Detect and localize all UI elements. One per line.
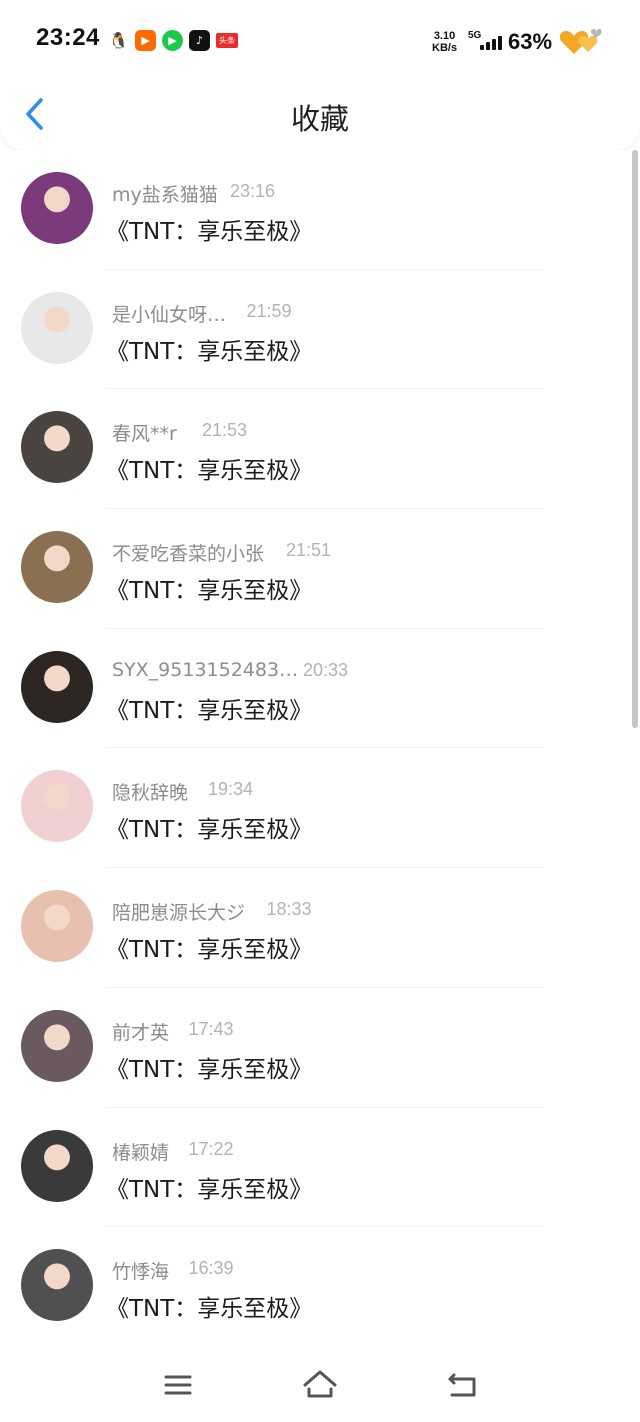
avatar[interactable] (21, 770, 93, 843)
item-time: 21:53 (202, 420, 248, 441)
avatar[interactable] (21, 1009, 93, 1082)
user-name[interactable]: 竹悸海 (112, 1257, 169, 1284)
item-time: 19:34 (208, 779, 254, 800)
menu-icon[interactable] (158, 1365, 198, 1405)
item-content[interactable]: 《TNT：享乐至极》 (106, 451, 312, 485)
notification-icons: 🐧 ▶ ▶ ♪ 头条 (108, 30, 238, 51)
item-time: 17:43 (188, 1018, 234, 1039)
user-name[interactable]: 前才英 (112, 1018, 169, 1045)
iqiyi-icon: ▶ (162, 30, 183, 51)
item-content[interactable]: 《TNT：享乐至极》 (106, 332, 312, 366)
avatar[interactable] (21, 1129, 93, 1202)
net-speed-value: 3.10 (433, 30, 456, 42)
item-time: 20:33 (303, 659, 349, 680)
battery-heart-icon (559, 29, 602, 54)
kuaishou-icon: ▶ (135, 30, 156, 51)
item-content[interactable]: 《TNT：享乐至极》 (106, 810, 312, 844)
avatar[interactable] (21, 890, 93, 963)
item-content[interactable]: 《TNT：享乐至极》 (106, 571, 312, 605)
list-item[interactable]: 春风**r 21:53 《TNT：享乐至极》 (0, 389, 640, 510)
back-icon[interactable] (442, 1365, 482, 1405)
list-item[interactable]: 是小仙女呀… 21:59 《TNT：享乐至极》 (0, 270, 640, 390)
user-name[interactable]: 隐秋辞晚 (112, 778, 188, 805)
bottom-nav-bar (0, 1345, 640, 1422)
user-name[interactable]: 椿颖婧 (112, 1138, 169, 1165)
header-bar: 收藏 (0, 70, 640, 150)
item-time: 18:33 (266, 899, 312, 920)
item-content[interactable]: 《TNT：享乐至极》 (106, 930, 312, 964)
home-icon[interactable] (300, 1365, 340, 1405)
scrollbar[interactable] (632, 150, 638, 728)
item-time: 23:16 (230, 181, 276, 201)
avatar[interactable] (21, 291, 93, 364)
user-name[interactable]: 不爱吃香菜的小张 (112, 539, 264, 566)
net-speed: 3.10 KB/s (432, 30, 457, 54)
qq-icon: 🐧 (108, 30, 129, 51)
item-time: 21:59 (246, 300, 292, 321)
avatar[interactable] (21, 1249, 93, 1322)
status-time: 23:24 (36, 24, 100, 51)
avatar[interactable] (21, 650, 93, 723)
list-item[interactable]: 隐秋辞晚 19:34 《TNT：享乐至极》 (0, 748, 640, 869)
avatar[interactable] (21, 172, 93, 244)
user-name[interactable]: 陪肥崽源长大ジ (112, 898, 245, 925)
avatar[interactable] (21, 411, 93, 484)
item-content[interactable]: 《TNT：享乐至极》 (106, 1289, 312, 1323)
favorites-list[interactable]: my盐系猫猫 23:16 《TNT：享乐至极》 是小仙女呀… 21:59 《TNT：享乐至… (0, 150, 640, 1345)
list-item[interactable]: 不爱吃香菜的小张 21:51 《TNT：享乐至极》 (0, 509, 640, 629)
user-name[interactable]: 是小仙女呀… (112, 300, 226, 327)
list-item[interactable]: 前才英 17:43 《TNT：享乐至极》 (0, 988, 640, 1108)
battery-percent: 63% (508, 29, 553, 54)
item-content[interactable]: 《TNT：享乐至极》 (106, 212, 312, 246)
avatar[interactable] (21, 531, 93, 604)
toutiao-icon: 头条 (216, 33, 238, 48)
user-name[interactable]: my盐系猫猫 (112, 180, 218, 207)
user-name[interactable]: SYX_9513152483… (112, 659, 298, 681)
item-content[interactable]: 《TNT：享乐至极》 (106, 691, 312, 725)
list-item[interactable]: SYX_9513152483… 20:33 《TNT：享乐至极》 (0, 629, 640, 749)
item-time: 16:39 (188, 1258, 234, 1279)
item-content[interactable]: 《TNT：享乐至极》 (106, 1050, 312, 1084)
item-time: 17:22 (188, 1138, 234, 1159)
douyin-icon: ♪ (189, 30, 210, 51)
signal-icon (480, 34, 502, 50)
user-name[interactable]: 春风**r (112, 419, 177, 446)
page-title: 收藏 (290, 102, 349, 136)
net-speed-unit: KB/s (432, 42, 458, 54)
list-item[interactable]: 竹悸海 16:39 《TNT：享乐至极》 (0, 1227, 640, 1345)
list-item[interactable]: my盐系猫猫 23:16 《TNT：享乐至极》 (0, 150, 640, 270)
item-content[interactable]: 《TNT：享乐至极》 (106, 1170, 312, 1204)
list-item[interactable]: 椿颖婧 17:22 《TNT：享乐至极》 (0, 1108, 640, 1228)
item-time: 21:51 (286, 540, 332, 561)
list-item[interactable]: 陪肥崽源长大ジ 18:33 《TNT：享乐至极》 (0, 868, 640, 988)
